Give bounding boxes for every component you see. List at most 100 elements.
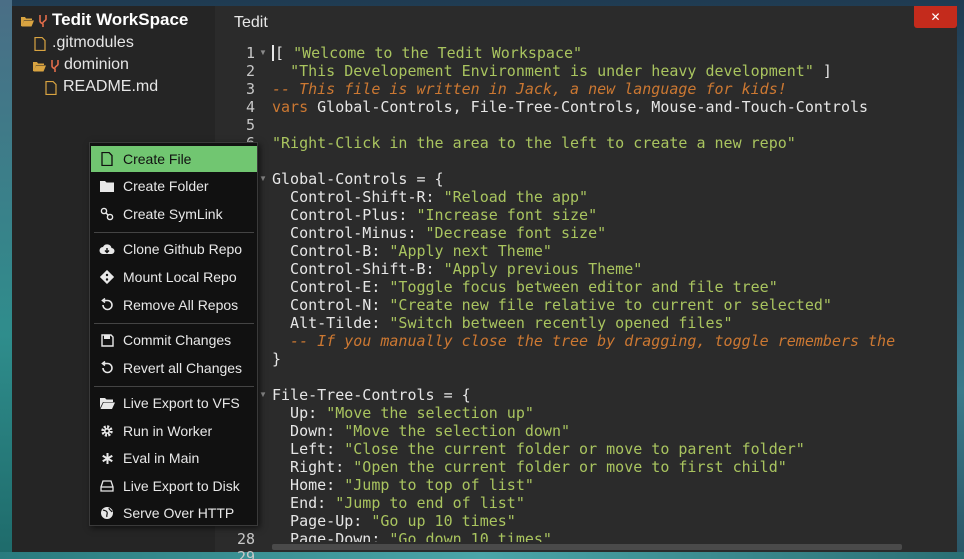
menu-item-create-folder[interactable]: Create Folder xyxy=(91,173,257,199)
scrollbar-thumb[interactable] xyxy=(272,544,902,550)
menu-item-live-export-to-vfs[interactable]: Live Export to VFS xyxy=(91,390,257,416)
code-line: End: "Jump to end of list" xyxy=(272,494,525,512)
code-token: Control-E: xyxy=(272,278,390,296)
string-token: "Right-Click in the area to the left to … xyxy=(272,134,796,152)
tree-root[interactable]: Tedit WorkSpace xyxy=(20,9,188,31)
menu-item-create-file[interactable]: Create File xyxy=(91,146,257,172)
menu-item-label: Clone Github Repo xyxy=(123,241,243,257)
code-token: } xyxy=(272,350,282,368)
folder-open-icon xyxy=(91,397,123,409)
menu-item-eval-in-main[interactable]: Eval in Main xyxy=(91,445,257,471)
folder-open-icon xyxy=(20,13,34,27)
code-line: Control-B: "Apply next Theme" xyxy=(272,242,552,260)
code-line: File-Tree-Controls = { xyxy=(272,386,471,404)
tree-item-readme[interactable]: README.md xyxy=(45,76,158,98)
menu-item-run-in-worker[interactable]: Run in Worker xyxy=(91,418,257,444)
string-token: "Move the selection down" xyxy=(344,422,571,440)
undo-icon xyxy=(91,298,123,312)
line-number: 3 xyxy=(245,80,255,98)
code-line: -- If you manually close the tree by dra… xyxy=(272,332,895,350)
code-line: Home: "Jump to top of list" xyxy=(272,476,534,494)
keyword-token: vars xyxy=(272,98,309,116)
editor-pane[interactable]: Tedit ✕ 1▼2345678▼9101112131415161718192… xyxy=(215,6,957,559)
fold-toggle-icon[interactable]: ▼ xyxy=(259,386,267,404)
code-token: Control-Shift-R: xyxy=(272,188,444,206)
menu-item-commit-changes[interactable]: Commit Changes xyxy=(91,327,257,353)
tree-item-label: .gitmodules xyxy=(52,34,134,51)
menu-item-revert-all-changes[interactable]: Revert all Changes xyxy=(91,355,257,381)
code-line: Left: "Close the current folder or move … xyxy=(272,440,805,458)
code-token: Up: xyxy=(272,404,327,422)
close-button[interactable]: ✕ xyxy=(914,6,957,28)
line-number: 29 xyxy=(236,548,255,559)
code-token: Global-Controls, File-Tree-Controls, Mou… xyxy=(308,98,869,116)
code-token: [ xyxy=(275,44,294,62)
desktop-wallpaper xyxy=(0,0,12,559)
cloud-download-icon xyxy=(91,243,123,255)
code-line: Control-Minus: "Decrease font size" xyxy=(272,224,606,242)
asterisk-icon xyxy=(91,452,123,465)
tree-item-dominion[interactable]: dominion xyxy=(32,54,129,76)
code-area[interactable]: [ "Welcome to the Tedit Workspace" "This… xyxy=(272,40,957,542)
fork-icon xyxy=(50,58,60,72)
code-line: Control-N: "Create new file relative to … xyxy=(272,296,832,314)
menu-item-label: Eval in Main xyxy=(123,450,200,466)
string-token: "Close the current folder or move to par… xyxy=(344,440,805,458)
string-token: "Jump to top of list" xyxy=(344,476,534,494)
code-token: ] xyxy=(813,62,832,80)
code-line: -- This file is written in Jack, a new l… xyxy=(272,80,787,98)
tree-item-gitmodules[interactable]: .gitmodules xyxy=(34,32,134,54)
code-token: Left: xyxy=(272,440,345,458)
menu-item-label: Revert all Changes xyxy=(123,360,243,376)
fold-toggle-icon[interactable]: ▼ xyxy=(259,170,267,188)
menu-item-label: Live Export to Disk xyxy=(123,477,240,494)
folder-icon xyxy=(91,180,123,192)
code-token: Control-Shift-B: xyxy=(272,260,444,278)
fold-toggle-icon[interactable]: ▼ xyxy=(259,44,267,62)
code-token: Control-N: xyxy=(272,296,390,314)
string-token: "Decrease font size" xyxy=(425,224,607,242)
string-token: "Increase font size" xyxy=(416,206,598,224)
comment-token: -- This file is written in Jack, a new l… xyxy=(272,80,787,98)
code-line: Up: "Move the selection up" xyxy=(272,404,534,422)
menu-item-clone-github-repo[interactable]: Clone Github Repo xyxy=(91,236,257,262)
horizontal-scrollbar[interactable] xyxy=(272,542,957,552)
menu-item-mount-local-repo[interactable]: Mount Local Repo xyxy=(91,264,257,290)
string-token: "Toggle focus between editor and file tr… xyxy=(389,278,778,296)
menu-item-label: Serve Over HTTP xyxy=(123,505,235,521)
code-token: End: xyxy=(272,494,336,512)
menu-item-label: Mount Local Repo xyxy=(123,269,237,285)
menu-item-live-export-to-disk[interactable]: Live Export to Disk xyxy=(91,473,257,499)
code-line: Page-Up: "Go up 10 times" xyxy=(272,512,516,530)
git-icon xyxy=(91,270,123,284)
undo-icon xyxy=(91,361,123,375)
file-icon xyxy=(45,80,59,96)
string-token: "Apply next Theme" xyxy=(389,242,552,260)
string-token: "Jump to end of list" xyxy=(335,494,525,512)
menu-item-create-symlink[interactable]: Create SymLink xyxy=(91,201,257,227)
code-line: Control-Shift-B: "Apply previous Theme" xyxy=(272,260,642,278)
string-token: "Open the current folder or move to firs… xyxy=(353,458,787,476)
string-token: "Move the selection up" xyxy=(326,404,534,422)
folder-open-icon xyxy=(32,58,46,72)
menu-item-label: Create File xyxy=(123,151,192,167)
editor-title: Tedit xyxy=(234,14,268,31)
menu-item-remove-all-repos[interactable]: Remove All Repos xyxy=(91,292,257,318)
menu-item-serve-over-http[interactable]: Serve Over HTTP xyxy=(91,500,257,526)
desktop-wallpaper-bottom xyxy=(0,552,964,559)
fork-icon xyxy=(38,13,48,27)
code-line: Control-Shift-R: "Reload the app" xyxy=(272,188,588,206)
context-menu[interactable]: Create File Create Folder Create SymLink Cl… xyxy=(89,142,258,526)
menu-item-label: Create SymLink xyxy=(123,206,223,222)
code-token: Alt-Tilde: xyxy=(272,314,390,332)
string-token: "Welcome to the Tedit Workspace" xyxy=(293,44,583,62)
line-number: 28 xyxy=(236,530,255,548)
menu-item-label: Create Folder xyxy=(123,178,209,194)
code-token: Global-Controls = { xyxy=(272,170,444,188)
code-line: Down: "Move the selection down" xyxy=(272,422,570,440)
tree-item-label: README.md xyxy=(63,78,159,95)
menu-separator xyxy=(94,386,254,387)
workspace-title: Tedit WorkSpace xyxy=(52,10,189,29)
line-number: 1 xyxy=(245,44,255,62)
